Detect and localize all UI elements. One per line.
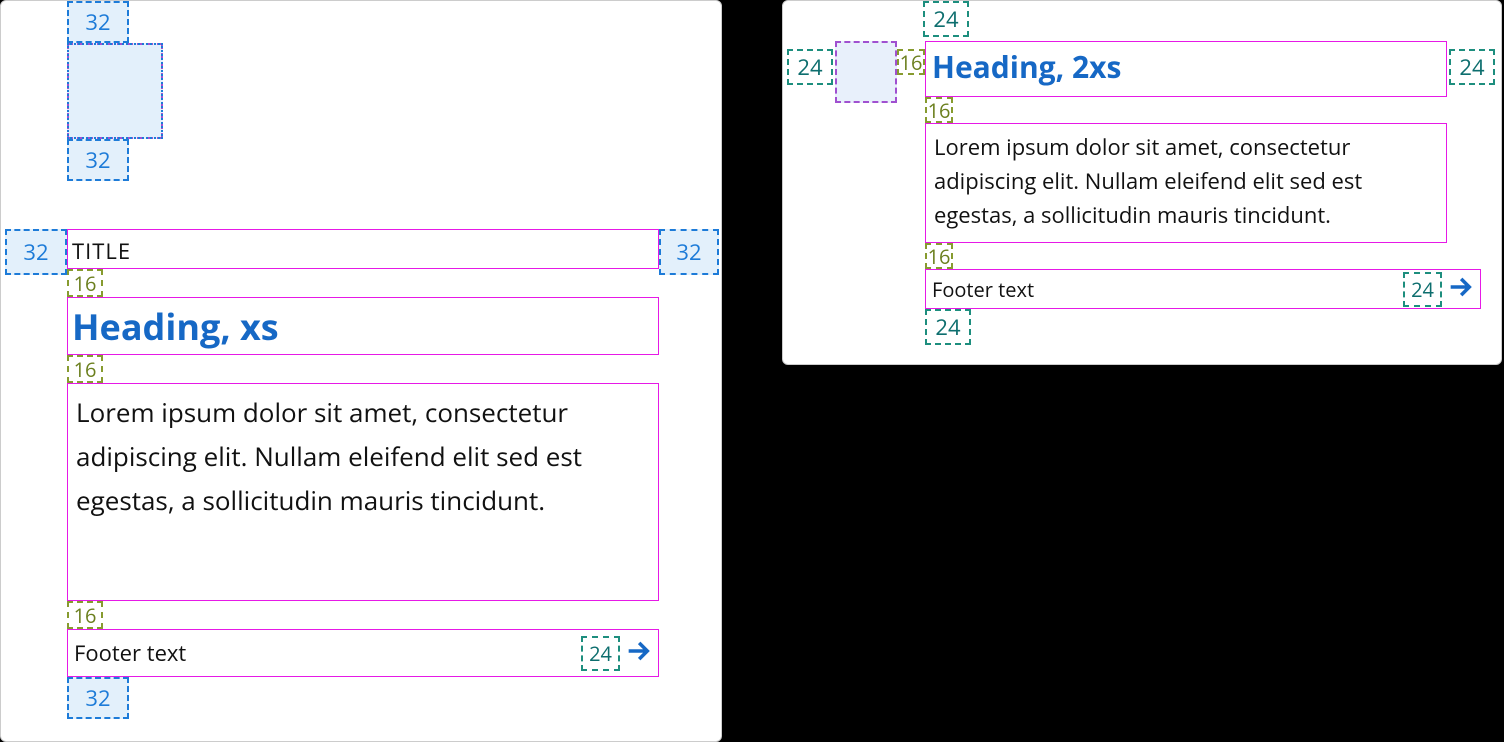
spacing-annotation: 24 <box>923 1 969 37</box>
spacing-annotation: 16 <box>897 49 925 75</box>
footer-label: Footer text <box>74 638 581 668</box>
body-slot: Lorem ipsum dolor sit amet, consectetur … <box>925 123 1447 243</box>
spacing-spec-card-small: 24 24 16 Heading, 2xs 24 16 Lorem ipsum … <box>782 0 1502 365</box>
body-slot: Lorem ipsum dolor sit amet, consectetur … <box>67 383 659 601</box>
spacing-annotation: 32 <box>5 229 67 275</box>
body-text: Lorem ipsum dolor sit amet, consectetur … <box>926 124 1446 242</box>
spacing-annotation: 24 <box>581 636 620 671</box>
spacing-annotation: 24 <box>787 49 833 85</box>
heading-slot: Heading, 2xs <box>925 41 1447 97</box>
spacing-annotation: 24 <box>1403 272 1442 307</box>
body-text: Lorem ipsum dolor sit amet, consectetur … <box>68 384 658 535</box>
arrow-right-icon <box>1446 273 1474 306</box>
footer-slot: Footer text 24 <box>67 629 659 677</box>
arrow-right-icon <box>624 637 652 670</box>
footer-slot: Footer text 24 <box>925 269 1481 309</box>
spacing-spec-card-large: 32 32 32 TITLE 32 16 Heading, xs 16 Lore… <box>0 0 722 742</box>
spacing-annotation: 32 <box>67 677 129 719</box>
spacing-annotation: 24 <box>925 309 971 345</box>
heading-label: Heading, xs <box>68 298 658 361</box>
title-label: TITLE <box>68 230 658 272</box>
spacing-annotation: 16 <box>925 97 953 123</box>
heading-slot: Heading, xs <box>67 297 659 355</box>
spacing-annotation: 32 <box>67 139 129 181</box>
spacing-annotation: 16 <box>67 355 103 383</box>
spacing-annotation: 32 <box>659 229 719 275</box>
footer-label: Footer text <box>932 276 1403 303</box>
spacing-annotation: 16 <box>67 269 103 297</box>
spacing-annotation: 16 <box>925 243 953 269</box>
spacing-annotation: 24 <box>1449 49 1495 85</box>
title-slot: TITLE <box>67 229 659 269</box>
spacing-annotation: 16 <box>67 601 103 629</box>
heading-label: Heading, 2xs <box>926 42 1446 95</box>
image-placeholder <box>835 41 897 103</box>
image-placeholder <box>67 43 163 139</box>
spacing-annotation: 32 <box>67 1 129 43</box>
